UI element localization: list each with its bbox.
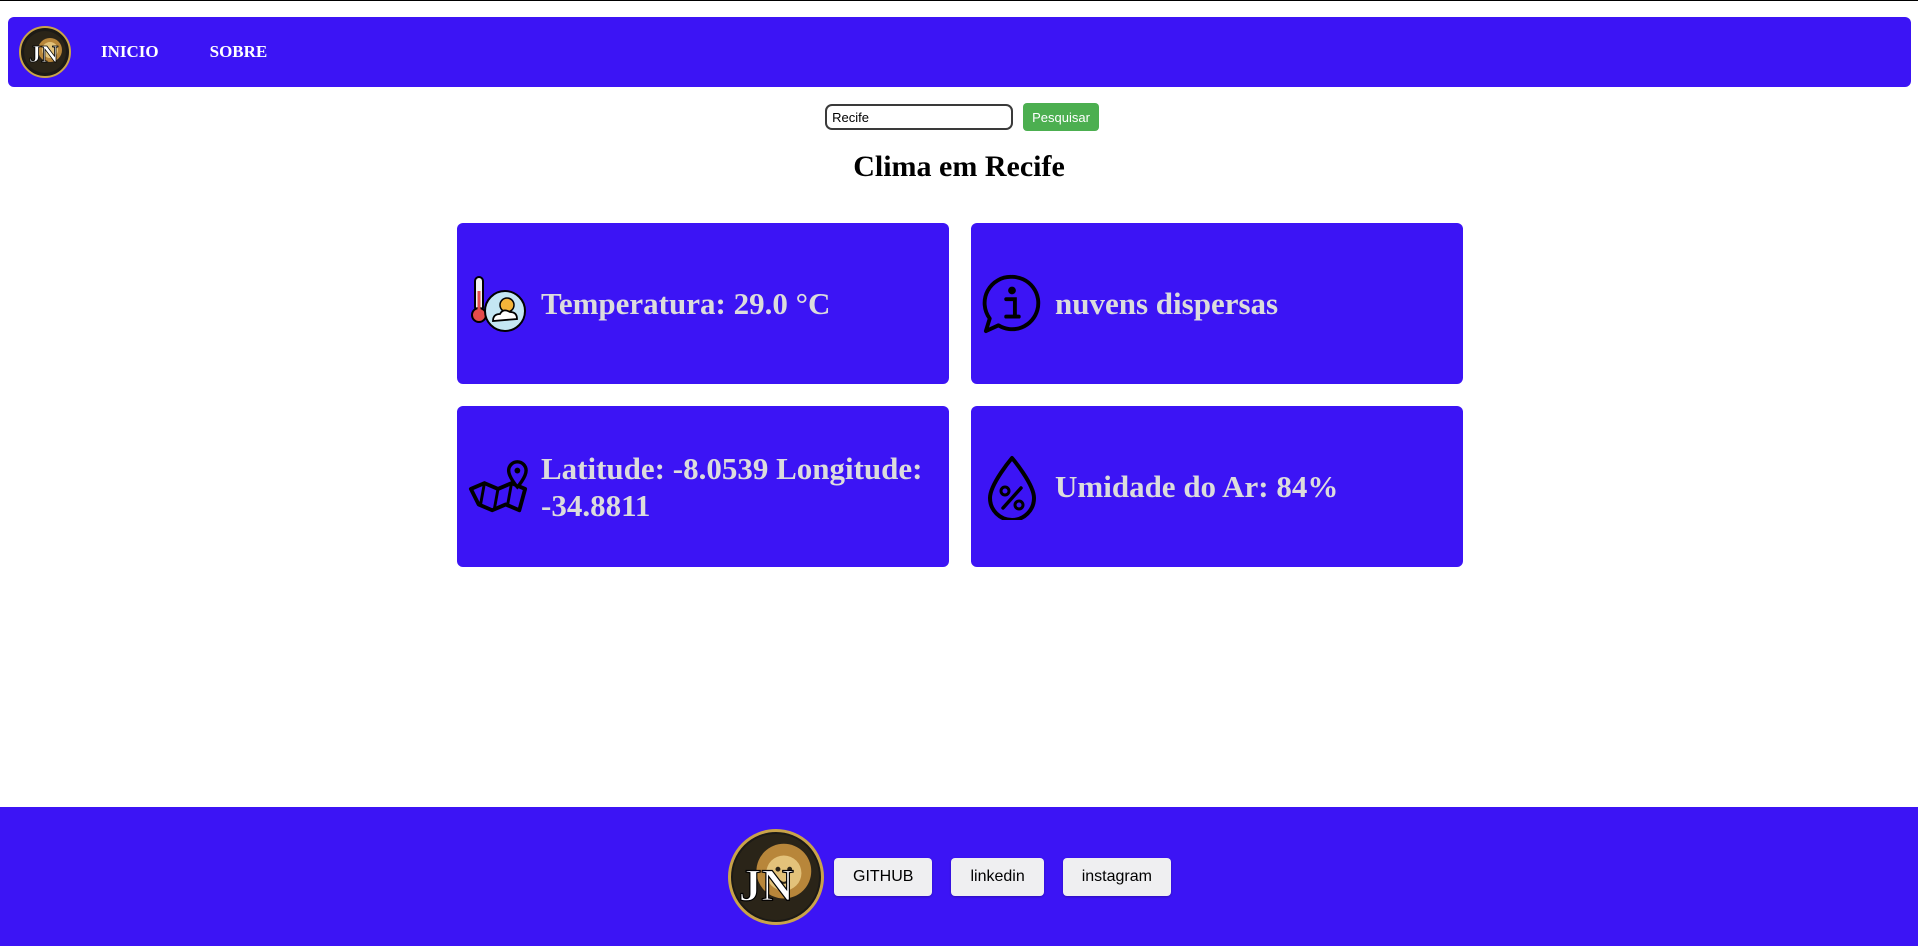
temperature-text: Temperatura: 29.0 °C — [541, 286, 831, 321]
humidity-card: Umidade do Ar: 84% — [971, 406, 1463, 567]
github-button[interactable]: GITHUB — [834, 858, 933, 896]
weather-description-text: nuvens dispersas — [1055, 286, 1279, 321]
map-location-icon — [467, 456, 529, 518]
instagram-button[interactable]: instagram — [1062, 858, 1171, 896]
description-card: nuvens dispersas — [971, 223, 1463, 384]
search-button[interactable]: Pesquisar — [1023, 103, 1099, 131]
window-top-border — [0, 0, 1918, 1]
city-search-input[interactable] — [825, 104, 1014, 130]
linkedin-button[interactable]: linkedin — [951, 858, 1044, 896]
thermometer-weather-icon — [467, 273, 529, 335]
search-bar: Pesquisar — [0, 103, 1918, 131]
nav-link-sobre[interactable]: SOBRE — [210, 42, 268, 62]
svg-text:JN: JN — [739, 860, 794, 910]
lion-logo-icon[interactable]: JN — [19, 26, 71, 78]
footer: JN GITHUB linkedin instagram — [0, 807, 1918, 946]
coordinates-text: Latitude: -8.0539 Longitude: -34.8811 — [541, 450, 923, 523]
nav-link-inicio[interactable]: INICIO — [101, 42, 159, 62]
lion-logo-icon: JN — [728, 829, 824, 925]
location-card: Latitude: -8.0539 Longitude: -34.8811 — [457, 406, 949, 567]
footer-content: JN GITHUB linkedin instagram — [728, 827, 1190, 927]
humidity-text: Umidade do Ar: 84% — [1055, 469, 1339, 504]
navbar: JN INICIO SOBRE — [8, 17, 1911, 87]
svg-text:JN: JN — [29, 42, 59, 68]
weather-cards: Temperatura: 29.0 °C nuvens dispersas La… — [457, 223, 1464, 568]
humidity-drop-icon — [981, 455, 1043, 520]
temperature-card: Temperatura: 29.0 °C — [457, 223, 949, 384]
page-title: Clima em Recife — [853, 150, 1065, 183]
info-bubble-icon — [981, 273, 1043, 335]
